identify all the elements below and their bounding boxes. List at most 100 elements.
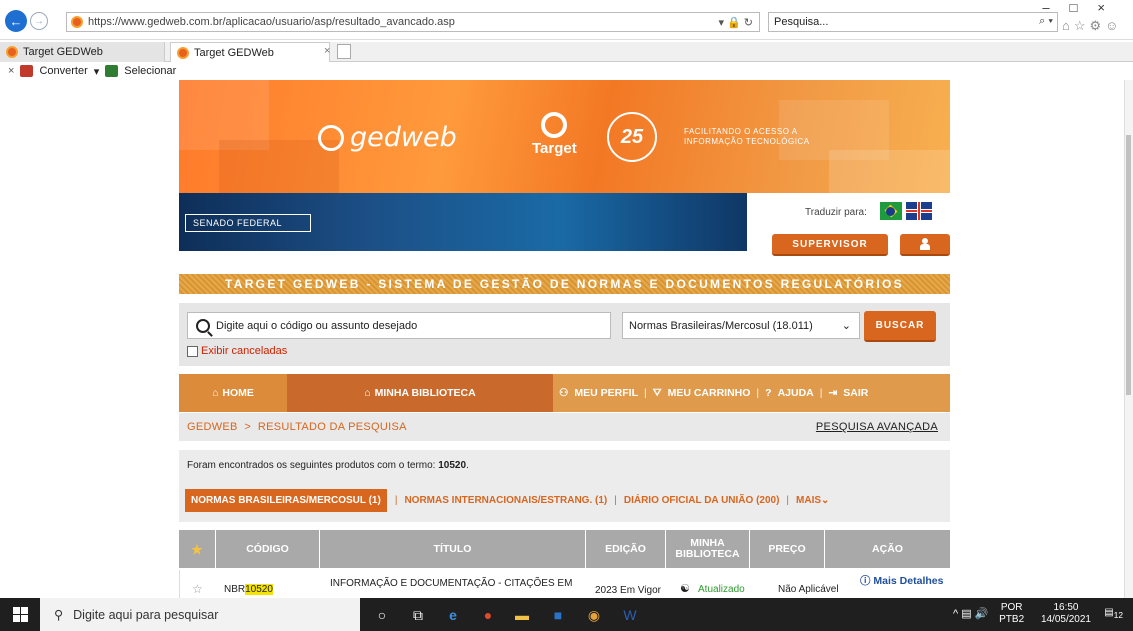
- user-button[interactable]: [900, 234, 950, 256]
- gedweb-logo-text: gedweb: [350, 122, 457, 153]
- browser-search-placeholder: Pesquisa...: [774, 16, 829, 28]
- nav-library[interactable]: ⌂ MINHA BIBLIOTECA: [287, 374, 553, 412]
- tab-separator: |: [614, 495, 617, 506]
- back-button[interactable]: ←: [5, 10, 27, 32]
- col-edition[interactable]: EDIÇÃO: [586, 530, 666, 568]
- tab-favicon-icon: [6, 46, 18, 58]
- system-tray[interactable]: ^ ▤ 🔊 POR PTB2 16:50 14/05/2021: [953, 602, 1091, 626]
- outlook-icon[interactable]: ■: [548, 605, 568, 625]
- collection-select[interactable]: Normas Brasileiras/Mercosul (18.011) ⌄: [622, 312, 860, 339]
- search-input[interactable]: Digite aqui o código ou assunto desejado: [187, 312, 611, 339]
- tray-icons[interactable]: ^ ▤ 🔊: [953, 608, 988, 620]
- select-button[interactable]: Selecionar: [124, 65, 176, 77]
- nav-separator: |: [819, 387, 823, 399]
- browser-tab-1[interactable]: Target GEDWeb: [0, 42, 165, 62]
- nav-profile[interactable]: MEU PERFIL: [574, 387, 638, 399]
- tagline-line2: INFORMAÇÃO TECNOLÓGICA: [684, 137, 810, 146]
- forward-button[interactable]: →: [30, 12, 48, 30]
- tab-brazilian-standards[interactable]: NORMAS BRASILEIRAS/MERCOSUL (1): [185, 489, 387, 512]
- browser-search-field[interactable]: Pesquisa... ⌕ ▾: [768, 12, 1058, 32]
- start-button[interactable]: [0, 598, 40, 631]
- file-explorer-icon[interactable]: ▬: [512, 605, 532, 625]
- notifications-icon[interactable]: ▤12: [1104, 607, 1123, 620]
- nav-library-label: MINHA BIBLIOTECA: [374, 387, 476, 399]
- results-table-header: ★ CÓDIGO TÍTULO EDIÇÃO MINHA BIBLIOTECA …: [179, 530, 950, 568]
- favorite-star-outline-icon[interactable]: ☆: [192, 582, 203, 596]
- close-tab-icon[interactable]: ×: [324, 45, 330, 57]
- url-text: https://www.gedweb.com.br/aplicacao/usua…: [88, 16, 455, 28]
- word-icon[interactable]: W: [620, 605, 640, 625]
- nav-secondary: ⚇ MEU PERFIL | ⛛ MEU CARRINHO | ? AJUDA …: [553, 374, 950, 412]
- result-tabs: NORMAS BRASILEIRAS/MERCOSUL (1) | NORMAS…: [185, 489, 834, 512]
- cortana-icon[interactable]: ○: [372, 605, 392, 625]
- task-view-icon[interactable]: ⧉: [408, 605, 428, 625]
- help-icon: ?: [765, 387, 772, 399]
- tab-international-standards[interactable]: NORMAS INTERNACIONAIS/ESTRANG. (1): [404, 495, 607, 506]
- chevron-down-icon: ⌄: [821, 495, 830, 506]
- taskbar-search[interactable]: ⚲ Digite aqui para pesquisar: [40, 598, 360, 631]
- target-logo-text: Target: [532, 140, 577, 157]
- nav-logout[interactable]: SAIR: [843, 387, 868, 399]
- target-logo-icon: [541, 112, 568, 138]
- convert-button[interactable]: Converter: [39, 65, 87, 77]
- close-icon[interactable]: ×: [8, 65, 14, 77]
- windows-icon: [12, 607, 28, 622]
- main-nav: ⌂ HOME ⌂ MINHA BIBLIOTECA ⚇ MEU PERFIL |…: [179, 374, 950, 412]
- supervisor-button[interactable]: SUPERVISOR: [772, 234, 888, 256]
- nav-home-label: HOME: [222, 387, 254, 399]
- chrome-icon[interactable]: ◉: [584, 605, 604, 625]
- col-library[interactable]: MINHA BIBLIOTECA: [666, 530, 750, 568]
- results-summary-text: Foram encontrados os seguintes produtos …: [187, 460, 439, 471]
- col-price[interactable]: PREÇO: [750, 530, 825, 568]
- nav-help[interactable]: AJUDA: [778, 387, 814, 399]
- search-icon[interactable]: ⌕ ▾: [1039, 15, 1053, 28]
- gedweb-logo: gedweb: [318, 122, 457, 153]
- tab-strip: Target GEDWeb Target GEDWeb ×: [0, 42, 1133, 62]
- tab-favicon-icon: [177, 46, 189, 59]
- chevron-down-icon[interactable]: ▾: [94, 65, 100, 78]
- browser-toolbar-icons[interactable]: ⌂☆⚙☺: [1062, 18, 1122, 34]
- show-cancelled-checkbox[interactable]: [187, 345, 198, 357]
- nav-home[interactable]: ⌂ HOME: [179, 374, 287, 412]
- gedweb-logo-icon: [318, 124, 344, 151]
- library-status-icon: ☯: [680, 583, 690, 595]
- tab-separator: |: [394, 495, 398, 506]
- row-details-link[interactable]: ⓘ Mais Detalhes: [860, 573, 943, 588]
- tray-time: 16:50: [1053, 602, 1079, 613]
- tab-more[interactable]: MAIS⌄: [796, 495, 829, 506]
- col-action[interactable]: AÇÃO: [825, 530, 950, 568]
- new-tab-button[interactable]: [337, 44, 351, 59]
- brazil-flag-globe: [886, 207, 895, 216]
- notification-count: 12: [1113, 610, 1123, 620]
- tray-lang: POR: [1000, 602, 1023, 613]
- home-icon: ⌂: [212, 387, 219, 399]
- show-cancelled-label[interactable]: Exibir canceladas: [201, 345, 287, 357]
- app-icon[interactable]: ●: [478, 605, 498, 625]
- row-code[interactable]: NBR10520: [224, 584, 273, 595]
- uk-flag-icon[interactable]: [906, 202, 932, 220]
- col-code[interactable]: CÓDIGO: [216, 530, 320, 568]
- cart-icon: ⛛: [652, 386, 662, 399]
- tab-label: Target GEDWeb: [194, 46, 274, 59]
- breadcrumb-root[interactable]: GEDWEB: [187, 421, 238, 433]
- advanced-search-link[interactable]: PESQUISA AVANÇADA: [816, 421, 938, 433]
- lock-refresh-icons[interactable]: ▾ 🔒 ↻: [718, 16, 753, 29]
- user-icon: [920, 238, 930, 250]
- window-controls[interactable]: –□×: [1042, 0, 1125, 15]
- tab-official-gazette[interactable]: DIÁRIO OFICIAL DA UNIÃO (200): [624, 495, 780, 506]
- favorite-star-icon[interactable]: ★: [179, 530, 216, 568]
- scrollbar-thumb[interactable]: [1126, 135, 1131, 395]
- client-banner: SENADO FEDERAL: [179, 193, 747, 251]
- logout-icon: ⇥: [828, 387, 838, 399]
- row-edition: 2023 Em Vigor: [595, 585, 661, 596]
- col-title[interactable]: TÍTULO: [320, 530, 586, 568]
- tab-label: Target GEDWeb: [23, 46, 103, 58]
- browser-tab-2[interactable]: Target GEDWeb: [170, 42, 330, 62]
- internet-explorer-icon[interactable]: e: [443, 605, 463, 625]
- pdf-convert-icon: [20, 65, 34, 77]
- nav-cart[interactable]: MEU CARRINHO: [668, 387, 751, 399]
- row-title[interactable]: INFORMAÇÃO E DOCUMENTAÇÃO - CITAÇÕES EM: [330, 578, 572, 589]
- search-button[interactable]: BUSCAR: [864, 311, 936, 342]
- show-cancelled-option[interactable]: Exibir canceladas: [187, 345, 287, 357]
- url-field[interactable]: https://www.gedweb.com.br/aplicacao/usua…: [66, 12, 760, 32]
